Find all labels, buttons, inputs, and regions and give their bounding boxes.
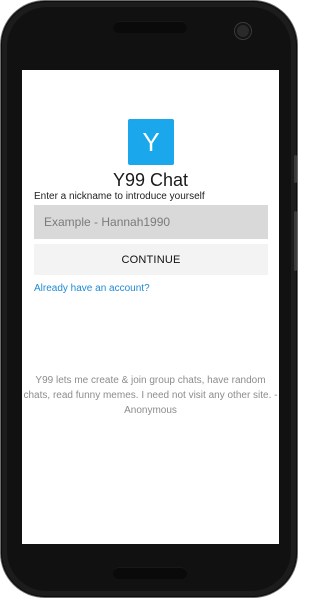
- nickname-label: Enter a nickname to introduce yourself: [34, 191, 205, 202]
- bottom-speaker-icon: [113, 567, 187, 579]
- front-camera-icon: [235, 23, 251, 39]
- phone-frame: Y Y99 Chat Enter a nickname to introduce…: [1, 1, 297, 597]
- already-have-account-link[interactable]: Already have an account?: [34, 283, 150, 294]
- earpiece-speaker-icon: [113, 21, 187, 33]
- volume-rocker: [294, 211, 297, 271]
- power-button: [294, 155, 297, 183]
- nickname-input[interactable]: [34, 205, 268, 239]
- continue-button[interactable]: CONTINUE: [34, 244, 268, 275]
- app-logo: Y: [128, 119, 174, 165]
- testimonial-text: Y99 lets me create & join group chats, h…: [23, 375, 278, 416]
- app-title: Y99 Chat: [112, 170, 189, 190]
- logo-letter: Y: [142, 127, 160, 157]
- phone-screen: Y Y99 Chat Enter a nickname to introduce…: [22, 70, 279, 544]
